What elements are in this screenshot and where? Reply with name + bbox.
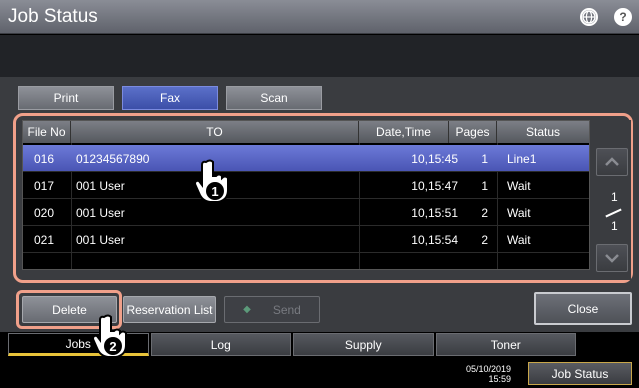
job-table: File No TO Date,Time Pages Status 016 01… <box>22 120 590 270</box>
step-2-label: 2 <box>109 339 116 354</box>
cell-datetime: 10,15:45 <box>411 151 458 166</box>
cell-to: 001 User <box>76 205 125 220</box>
close-button[interactable]: Close <box>534 292 632 325</box>
col-file-no: File No <box>23 121 71 143</box>
reservation-list-button[interactable]: Reservation List <box>123 296 216 323</box>
job-status-button[interactable]: Job Status <box>528 362 632 385</box>
chevron-down-glyph <box>605 254 619 263</box>
cell-status: Wait <box>507 232 531 247</box>
tab-fax[interactable]: Fax <box>122 86 218 110</box>
title-bar: Job Status ? <box>0 0 639 34</box>
col-pages: Pages <box>449 121 497 143</box>
hand-pointer-icon: 1 <box>193 159 229 203</box>
job-type-tabs: Print Fax Scan <box>18 86 322 110</box>
top-band <box>0 35 639 77</box>
chevron-down-icon[interactable] <box>596 244 628 272</box>
cell-pages: 2 <box>481 232 488 247</box>
time-text: 15:59 <box>488 374 512 384</box>
send-icon: ◆ <box>243 304 251 315</box>
cell-pages: 1 <box>481 151 488 166</box>
globe-icon[interactable] <box>580 8 598 26</box>
cell-to: 001 User <box>76 178 125 193</box>
cell-datetime: 10,15:54 <box>411 232 458 247</box>
tab-print[interactable]: Print <box>18 86 114 110</box>
page-total: 1 <box>611 219 618 233</box>
col-status: Status <box>525 125 561 139</box>
globe-glyph <box>582 10 596 24</box>
cell-to: 001 User <box>76 232 125 247</box>
cell-datetime: 10,15:51 <box>411 205 458 220</box>
tab-supply[interactable]: Supply <box>293 333 434 356</box>
cell-file-no: 016 <box>34 151 55 166</box>
col-to: TO <box>71 121 359 143</box>
cell-file-no: 021 <box>34 232 55 247</box>
tab-toner[interactable]: Toner <box>435 333 576 356</box>
table-row[interactable]: 016 01234567890 10,15:45 1 Line1 <box>23 145 589 172</box>
table-row[interactable]: 017 001 User 10,15:47 1 Wait <box>23 172 589 199</box>
step-1-label: 1 <box>211 184 218 199</box>
cell-datetime: 10,15:47 <box>411 178 458 193</box>
cell-file-no: 017 <box>34 178 55 193</box>
cell-status: Wait <box>507 178 531 193</box>
page-title: Job Status <box>8 6 98 27</box>
table-row[interactable]: 020 001 User 10,15:51 2 Wait <box>23 199 589 226</box>
datetime-display: 05/10/2019 15:59 <box>466 364 511 384</box>
tab-scan[interactable]: Scan <box>226 86 322 110</box>
cell-file-no: 020 <box>34 205 55 220</box>
chevron-up-icon[interactable] <box>596 148 628 176</box>
cell-to: 01234567890 <box>76 151 150 166</box>
cell-pages: 1 <box>481 178 488 193</box>
page-current: 1 <box>611 190 618 204</box>
tab-log[interactable]: Log <box>150 333 291 356</box>
send-label: Send <box>272 302 301 317</box>
help-icon[interactable]: ? <box>614 8 632 26</box>
date-text: 05/10/2019 <box>466 364 512 374</box>
hand-pointer-icon: 2 <box>91 314 127 358</box>
chevron-up-glyph <box>605 157 619 166</box>
col-date-time: Date,Time <box>359 121 449 143</box>
cell-status: Wait <box>507 205 531 220</box>
send-button: ◆ Send <box>224 296 320 323</box>
table-header: File No TO Date,Time Pages Status <box>23 121 589 143</box>
cell-pages: 2 <box>481 205 488 220</box>
table-row[interactable]: 021 001 User 10,15:54 2 Wait <box>23 226 589 253</box>
cell-status: Line1 <box>507 151 537 166</box>
